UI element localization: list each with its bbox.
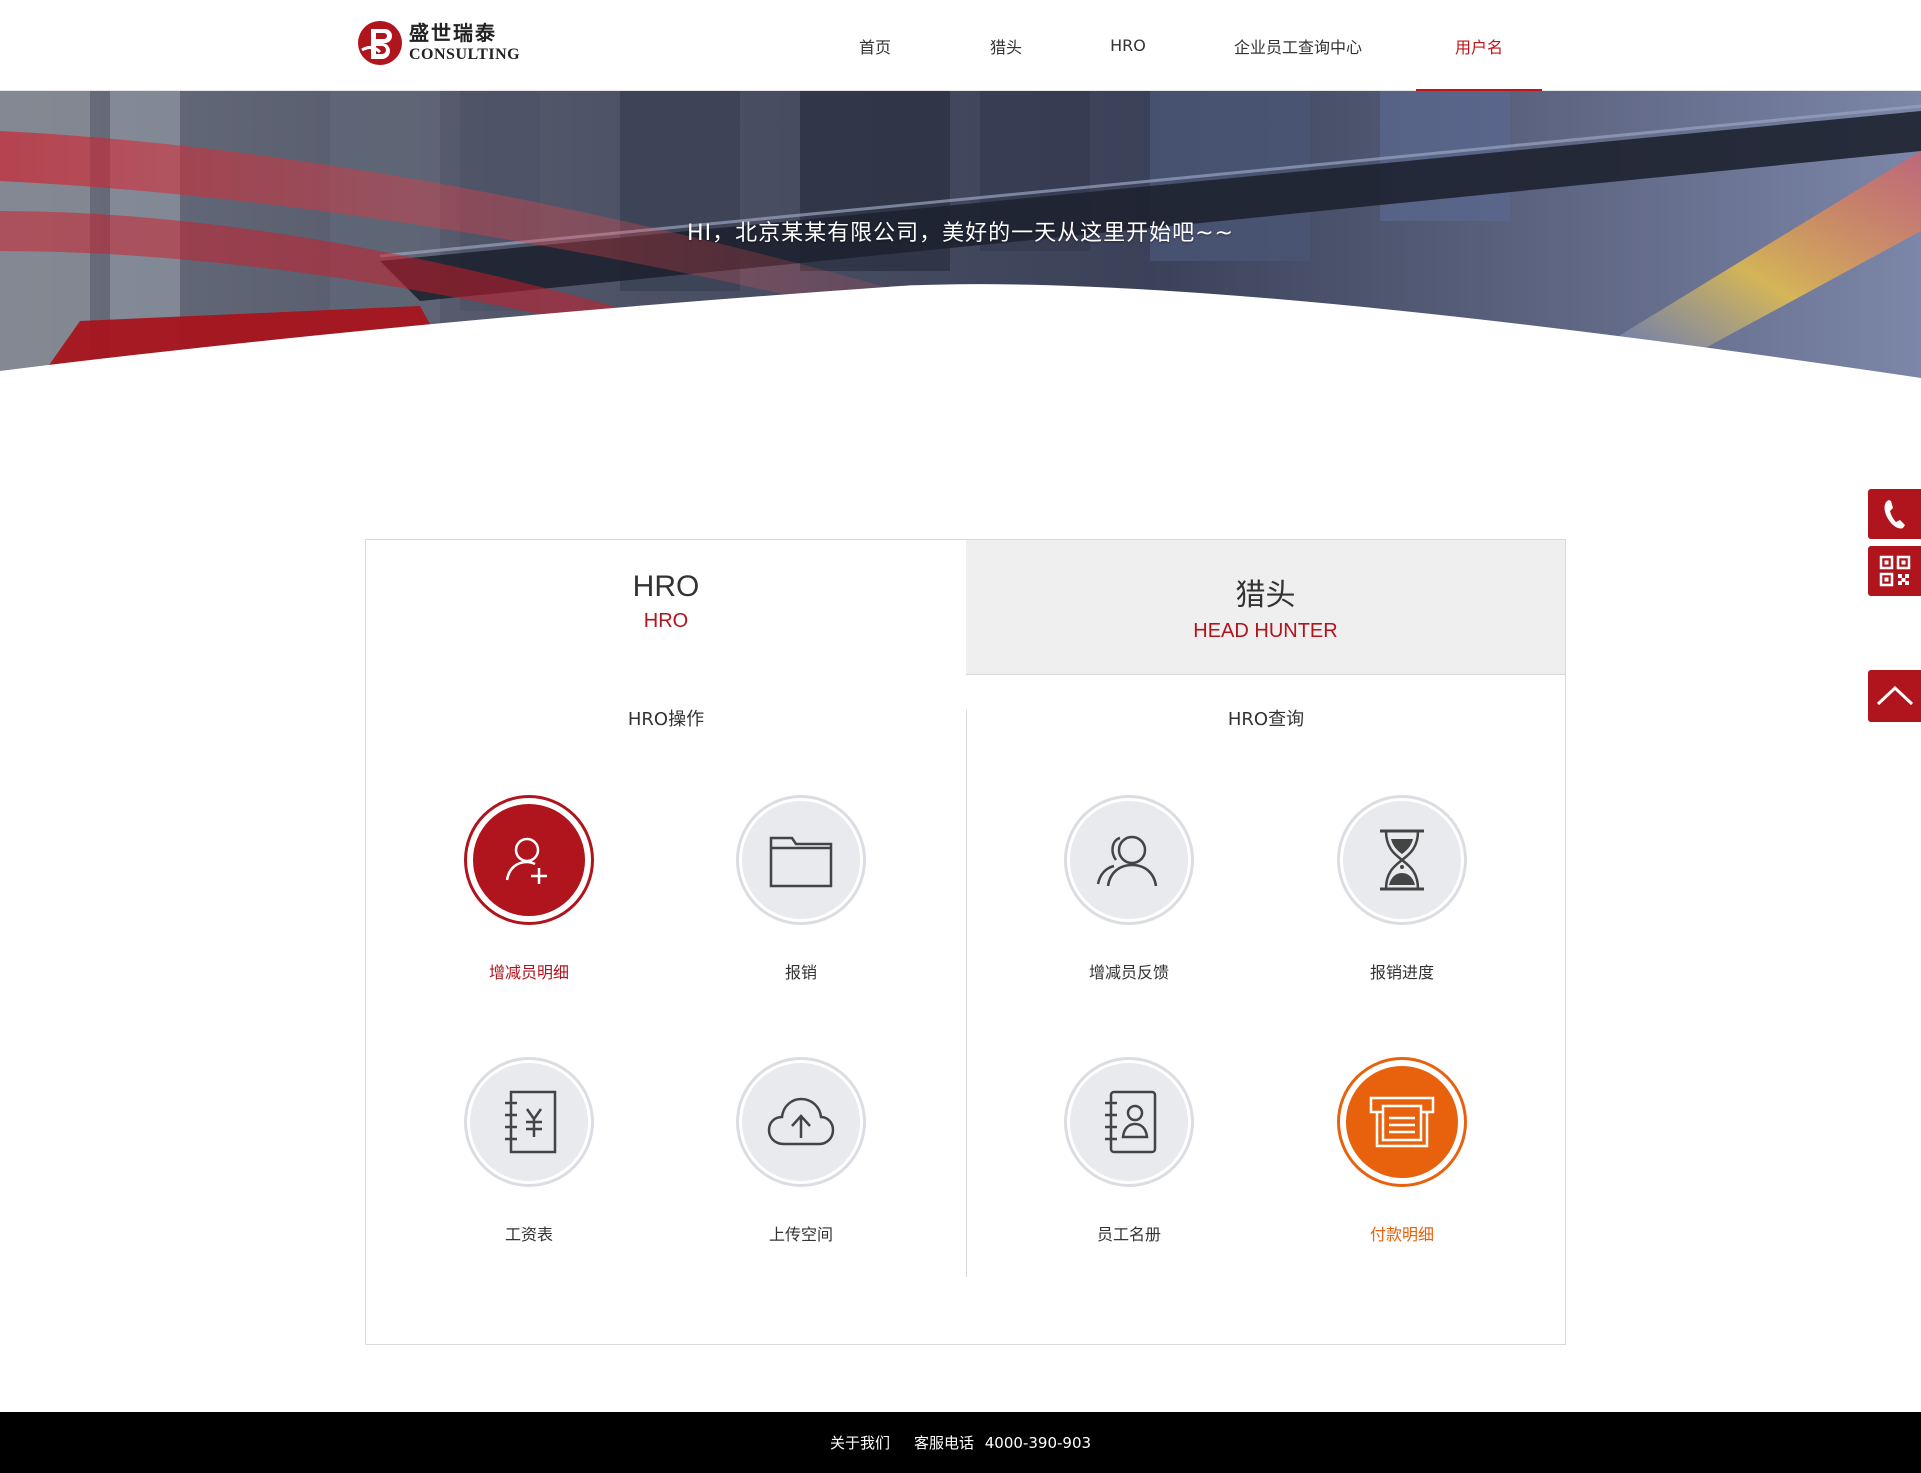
item-label: 工资表: [504, 1225, 553, 1244]
back-to-top-icon: [1876, 685, 1913, 706]
service-panel: HRO HRO 猎头 HEAD HUNTER HRO操作 HRO查询 增减员明细…: [365, 539, 1566, 1345]
tab-hro-subtitle: HRO: [643, 610, 689, 632]
footer-about-link[interactable]: 关于我们: [830, 1432, 890, 1453]
phone-icon: [1884, 500, 1905, 529]
contacts-book-icon: [1105, 1090, 1157, 1154]
tab-headhunter[interactable]: 猎头 HEAD HUNTER: [966, 540, 1565, 675]
item-label: 付款明细: [1369, 1225, 1434, 1244]
welcome-greeting: HI，北京某某有限公司，美好的一天从这里开始吧~~: [687, 221, 1234, 246]
back-to-top-button[interactable]: [1868, 670, 1921, 722]
item-upload-space[interactable]: 上传空间: [701, 1057, 901, 1245]
float-phone-button[interactable]: [1868, 489, 1921, 539]
tab-headhunter-subtitle: HEAD HUNTER: [1193, 620, 1338, 642]
nav-headhunter[interactable]: 猎头: [971, 0, 1041, 91]
section-title-hro-query: HRO查询: [1227, 709, 1305, 730]
add-user-icon: [505, 837, 547, 884]
hourglass-icon: [1380, 829, 1424, 891]
tab-hro[interactable]: HRO HRO: [366, 540, 966, 675]
site-header: 盛世瑞泰 CONSULTING 首页 猎头 HRO 企业员工查询中心 用户名: [0, 0, 1921, 92]
nav-home[interactable]: 首页: [840, 0, 910, 91]
printer-icon: [1369, 1096, 1435, 1148]
users-icon: [1096, 835, 1158, 887]
item-label: 报销进度: [1369, 963, 1434, 982]
item-label: 报销: [784, 963, 817, 982]
tab-headhunter-title: 猎头: [1235, 579, 1296, 612]
logo-mark-icon: [358, 21, 402, 65]
section-title-hro-operations: HRO操作: [627, 709, 705, 730]
footer-phone-label: 客服电话: [913, 1434, 974, 1452]
item-headcount-change-details[interactable]: 增减员明细: [429, 795, 629, 983]
item-reimbursement[interactable]: 报销: [701, 795, 901, 983]
qr-code-icon: [1879, 555, 1910, 587]
item-employee-roster[interactable]: 员工名册: [1029, 1057, 1229, 1245]
site-footer: 关于我们 客服电话 4000-390-903: [0, 1412, 1921, 1473]
salary-book-icon: [505, 1090, 557, 1154]
logo-cn-text: 盛世瑞泰: [409, 21, 497, 45]
cloud-upload-icon: [767, 1097, 835, 1146]
item-reimbursement-progress[interactable]: 报销进度: [1302, 795, 1502, 983]
nav-username[interactable]: 用户名: [1416, 0, 1542, 92]
item-label: 增减员明细: [488, 963, 569, 982]
footer-phone-number: 4000-390-903: [984, 1434, 1092, 1452]
tab-hro-title: HRO: [632, 570, 700, 603]
item-label: 增减员反馈: [1088, 963, 1169, 982]
item-payment-details[interactable]: 付款明细: [1302, 1057, 1502, 1245]
logo-en-text: CONSULTING: [409, 46, 521, 63]
item-payroll[interactable]: 工资表: [429, 1057, 629, 1245]
nav-hro[interactable]: HRO: [1093, 0, 1163, 91]
item-headcount-change-feedback[interactable]: 增减员反馈: [1029, 795, 1229, 983]
item-label: 员工名册: [1096, 1225, 1161, 1244]
logo[interactable]: 盛世瑞泰 CONSULTING: [357, 19, 520, 67]
nav-employee-query-center[interactable]: 企业员工查询中心: [1218, 0, 1378, 91]
hero-banner: HI，北京某某有限公司，美好的一天从这里开始吧~~: [0, 91, 1921, 378]
footer-phone: 客服电话 4000-390-903: [914, 1432, 1091, 1453]
float-qr-button[interactable]: [1868, 546, 1921, 596]
folder-icon: [769, 836, 833, 888]
section-divider: [966, 710, 967, 1277]
item-label: 上传空间: [768, 1225, 833, 1244]
